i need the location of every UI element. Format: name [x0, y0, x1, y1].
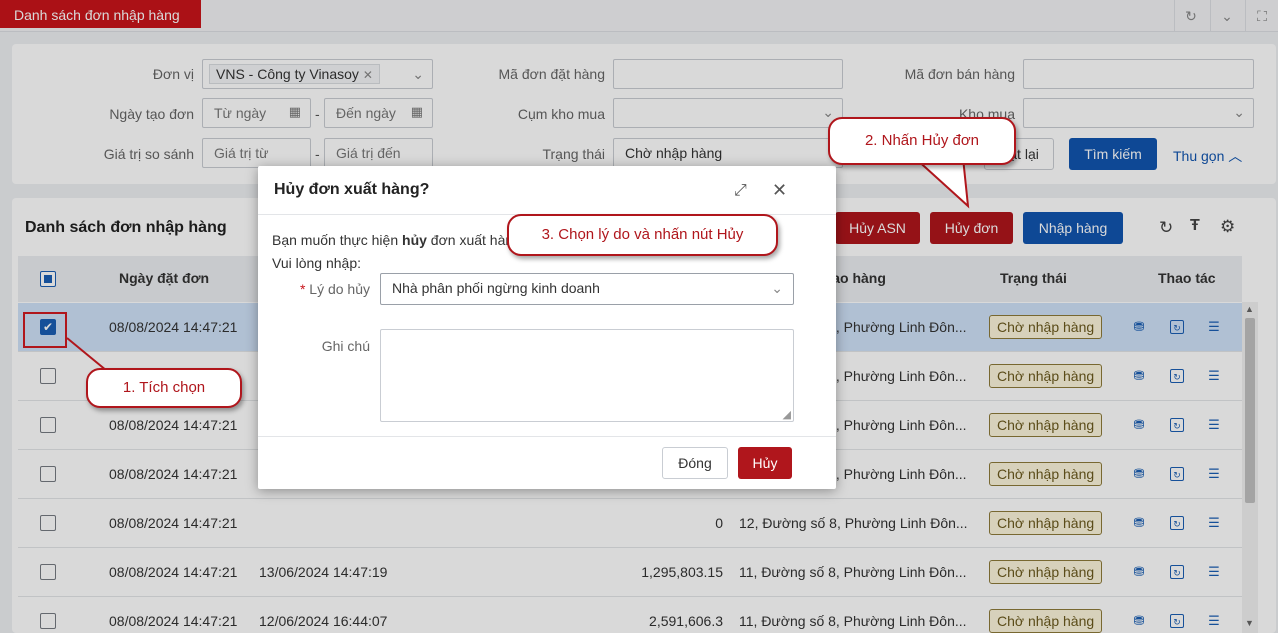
callout-2: 2. Nhấn Hủy đơn	[828, 117, 1016, 165]
confirm-cancel-button[interactable]: Hủy	[738, 447, 792, 479]
message-bold: hủy	[402, 232, 427, 248]
reason-label-text: Lý do hủy	[309, 281, 370, 297]
modal-message: Bạn muốn thực hiện hủy đơn xuất hàng?	[272, 232, 529, 248]
message-pre: Bạn muốn thực hiện	[272, 232, 403, 248]
reason-label: * Lý do hủy	[288, 281, 370, 297]
reason-value: Nhà phân phối ngừng kinh doanh	[392, 280, 600, 296]
maximize-icon[interactable]: ⤢	[734, 182, 747, 200]
modal-instruction: Vui lòng nhập:	[272, 255, 361, 271]
close-icon[interactable]: ✕	[772, 180, 787, 201]
callout-3: 3. Chọn lý do và nhấn nút Hủy	[507, 214, 778, 256]
note-textarea[interactable]: ◢	[380, 329, 794, 422]
resize-handle-icon[interactable]: ◢	[783, 408, 791, 421]
callout-1: 1. Tích chọn	[86, 368, 242, 408]
required-icon: *	[299, 281, 310, 297]
reason-select[interactable]: Nhà phân phối ngừng kinh doanh ⌄	[380, 273, 794, 305]
modal-title: Hủy đơn xuất hàng?	[274, 181, 430, 198]
divider	[258, 436, 836, 437]
chevron-down-icon: ⌄	[771, 280, 783, 296]
close-button[interactable]: Đóng	[662, 447, 728, 479]
note-label: Ghi chú	[321, 338, 370, 354]
